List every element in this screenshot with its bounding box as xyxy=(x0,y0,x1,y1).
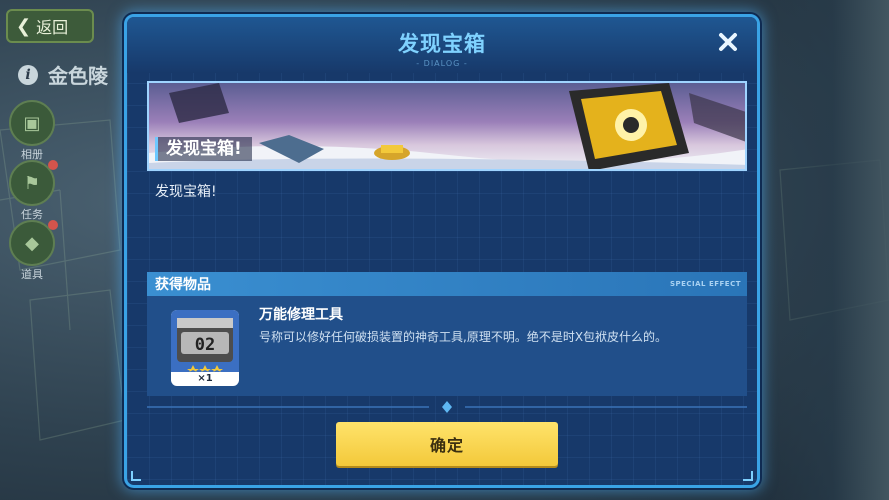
sidebar-item-album[interactable]: ▣ 相册 xyxy=(4,100,60,162)
corner-decoration xyxy=(131,471,141,481)
background-page-title: i 金色陵 xyxy=(18,60,108,89)
confirm-button[interactable]: 确定 xyxy=(336,422,558,466)
background-right-shade xyxy=(749,0,889,500)
background-title-text: 金色陵 xyxy=(48,64,108,88)
close-icon xyxy=(719,33,737,51)
back-button-label: 返回 xyxy=(36,18,69,37)
reward-item-description: 号称可以修好任何破损装置的神奇工具,原理不明。绝不是时X包袱皮什么的。 xyxy=(259,330,668,344)
reward-item-count: ×1 xyxy=(197,373,213,384)
corner-decoration xyxy=(743,471,753,481)
notification-dot xyxy=(48,160,58,170)
sidebar-item-items[interactable]: ◆ 道具 xyxy=(4,220,60,282)
dialog-subtitle: - DIALOG - xyxy=(416,59,468,68)
banner-label: 发现宝箱! xyxy=(155,137,252,161)
notification-dot xyxy=(48,220,58,230)
dialog-title: 发现宝箱 xyxy=(398,32,486,56)
info-icon[interactable]: i xyxy=(18,64,38,85)
sidebar-item-label: 道具 xyxy=(21,268,43,281)
close-button[interactable] xyxy=(713,27,743,57)
treasure-dialog: 发现宝箱 - DIALOG - 发现宝箱! 发现宝箱! 获得物品 SPECIAL… xyxy=(124,14,760,488)
back-button[interactable]: ❮ 返回 xyxy=(6,9,94,43)
reward-item-card[interactable]: 02 ×1 xyxy=(171,310,239,386)
rewards-section-title: 获得物品 xyxy=(155,277,211,293)
reward-item-name: 万能修理工具 xyxy=(259,307,343,323)
album-icon: ▣ xyxy=(9,100,55,146)
toolbox-badge-text: 02 xyxy=(195,335,215,355)
section-divider xyxy=(147,401,747,413)
sidebar-item-task[interactable]: ⚑ 任务 xyxy=(4,160,60,222)
rewards-list: 02 ×1 万能修理工具 号称可以修好任何破损装置的神奇工具,原理不明。绝不是时… xyxy=(147,296,747,396)
repair-toolbox-icon: 02 xyxy=(171,310,239,372)
event-banner-image: 发现宝箱! xyxy=(147,81,747,171)
rewards-section-tag: SPECIAL EFFECT xyxy=(669,280,741,288)
chevron-left-icon: ❮ xyxy=(16,15,32,37)
dialog-header: 发现宝箱 - DIALOG - xyxy=(127,17,757,73)
rewards-section-header: 获得物品 SPECIAL EFFECT xyxy=(147,272,747,296)
dialog-body-text: 发现宝箱! xyxy=(155,184,217,200)
